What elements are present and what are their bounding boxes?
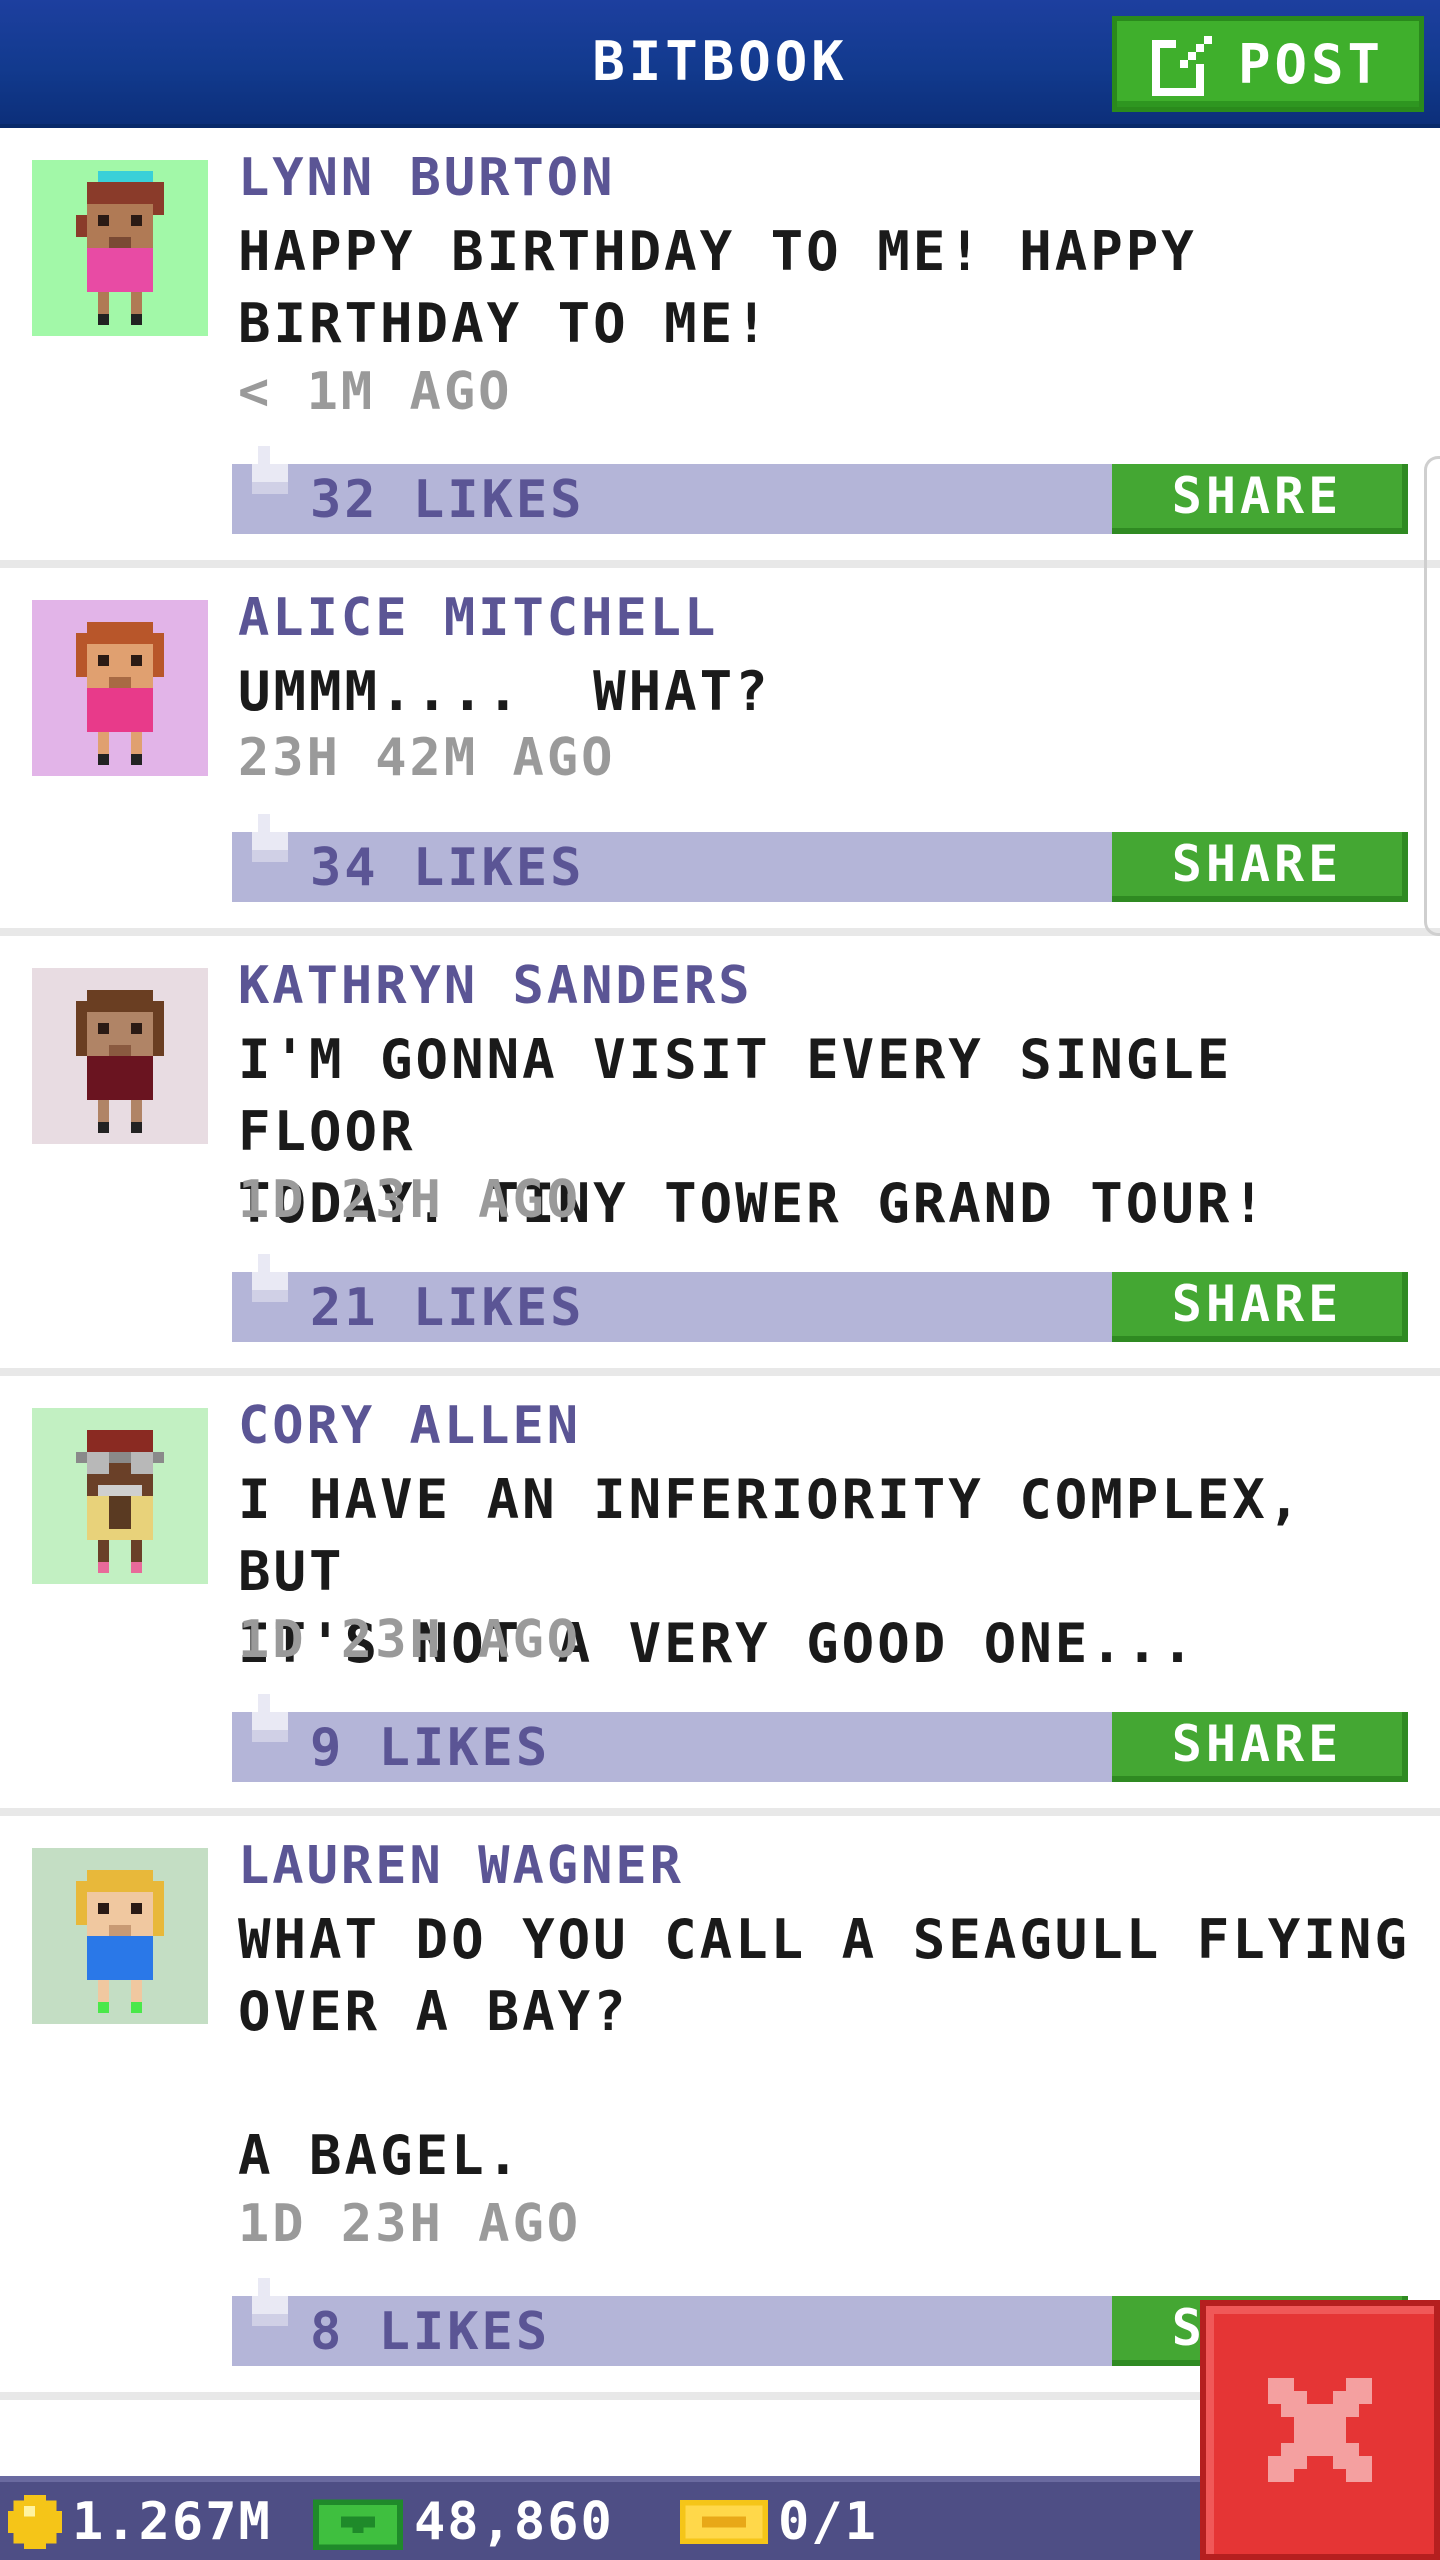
avatar-lauren-wagner [32, 1848, 208, 2024]
coins-stat: 1.267M [8, 2492, 272, 2552]
likes-count: 32 LIKES [310, 470, 585, 530]
thumbs-up-icon[interactable] [246, 1254, 294, 1332]
post-author: LYNN BURTON [238, 148, 616, 208]
edit-icon [1151, 36, 1212, 96]
bux-value: 48,860 [414, 2492, 614, 2552]
avatar-alice-mitchell [32, 600, 208, 776]
share-button[interactable]: SHARE [1112, 1712, 1408, 1782]
thumbs-up-icon[interactable] [246, 2278, 294, 2356]
bux-icon [313, 2499, 403, 2550]
close-icon [1268, 2378, 1372, 2482]
feed-post: LYNN BURTON HAPPY BIRTHDAY TO ME! HAPPY … [0, 128, 1440, 568]
feed-post: CORY ALLEN I HAVE AN INFERIORITY COMPLEX… [0, 1376, 1440, 1816]
post-time: 1D 23H AGO [238, 1610, 582, 1670]
thumbs-up-icon[interactable] [246, 446, 294, 524]
post-button[interactable]: POST [1112, 16, 1424, 112]
post-author: KATHRYN SANDERS [238, 956, 753, 1016]
avatar-kathryn-sanders [32, 968, 208, 1144]
post-time: 1D 23H AGO [238, 1170, 582, 1230]
likes-count: 9 LIKES [310, 1718, 551, 1778]
coin-icon [8, 2495, 62, 2549]
coins-value: 1.267M [72, 2492, 272, 2552]
likes-bar: 32 LIKES SHARE [232, 446, 1408, 534]
avatar[interactable] [32, 1848, 208, 2024]
avatar[interactable] [32, 1408, 208, 1584]
tickets-value: 0/1 [778, 2492, 878, 2552]
likes-bar: 34 LIKES SHARE [232, 814, 1408, 902]
post-button-label: POST [1237, 32, 1385, 96]
post-time: < 1M AGO [238, 362, 513, 422]
post-author: LAUREN WAGNER [238, 1836, 684, 1896]
likes-count: 21 LIKES [310, 1278, 585, 1338]
app-header: BITBOOK POST [0, 0, 1440, 128]
tickets-stat: 0/1 [680, 2492, 878, 2552]
avatar[interactable] [32, 160, 208, 336]
avatar[interactable] [32, 600, 208, 776]
likes-count: 34 LIKES [310, 838, 585, 898]
ticket-icon [680, 2500, 768, 2544]
post-message: WHAT DO YOU CALL A SEAGULL FLYING OVER A… [238, 1908, 1410, 2187]
thumbs-up-icon[interactable] [246, 814, 294, 892]
feed-list[interactable]: LYNN BURTON HAPPY BIRTHDAY TO ME! HAPPY … [0, 128, 1440, 2400]
avatar[interactable] [32, 968, 208, 1144]
close-button[interactable] [1200, 2300, 1440, 2560]
share-button[interactable]: SHARE [1112, 464, 1408, 534]
likes-count: 8 LIKES [310, 2302, 551, 2362]
share-button[interactable]: SHARE [1112, 1272, 1408, 1342]
post-message: UMMM.... WHAT? [238, 660, 771, 723]
post-author: CORY ALLEN [238, 1396, 582, 1456]
avatar-lynn-burton [32, 160, 208, 336]
post-message: HAPPY BIRTHDAY TO ME! HAPPY BIRTHDAY TO … [238, 220, 1197, 355]
feed-post: KATHRYN SANDERS I'M GONNA VISIT EVERY SI… [0, 936, 1440, 1376]
likes-bar: 21 LIKES SHARE [232, 1254, 1408, 1342]
share-button[interactable]: SHARE [1112, 832, 1408, 902]
bux-stat: 48,860 [312, 2492, 614, 2552]
post-author: ALICE MITCHELL [238, 588, 719, 648]
post-time: 1D 23H AGO [238, 2194, 582, 2254]
scroll-indicator[interactable] [1424, 456, 1440, 936]
feed-post: ALICE MITCHELL UMMM.... WHAT? 23H 42M AG… [0, 568, 1440, 936]
avatar-cory-allen [32, 1408, 208, 1584]
likes-bar: 9 LIKES SHARE [232, 1694, 1408, 1782]
thumbs-up-icon[interactable] [246, 1694, 294, 1772]
post-time: 23H 42M AGO [238, 728, 616, 788]
